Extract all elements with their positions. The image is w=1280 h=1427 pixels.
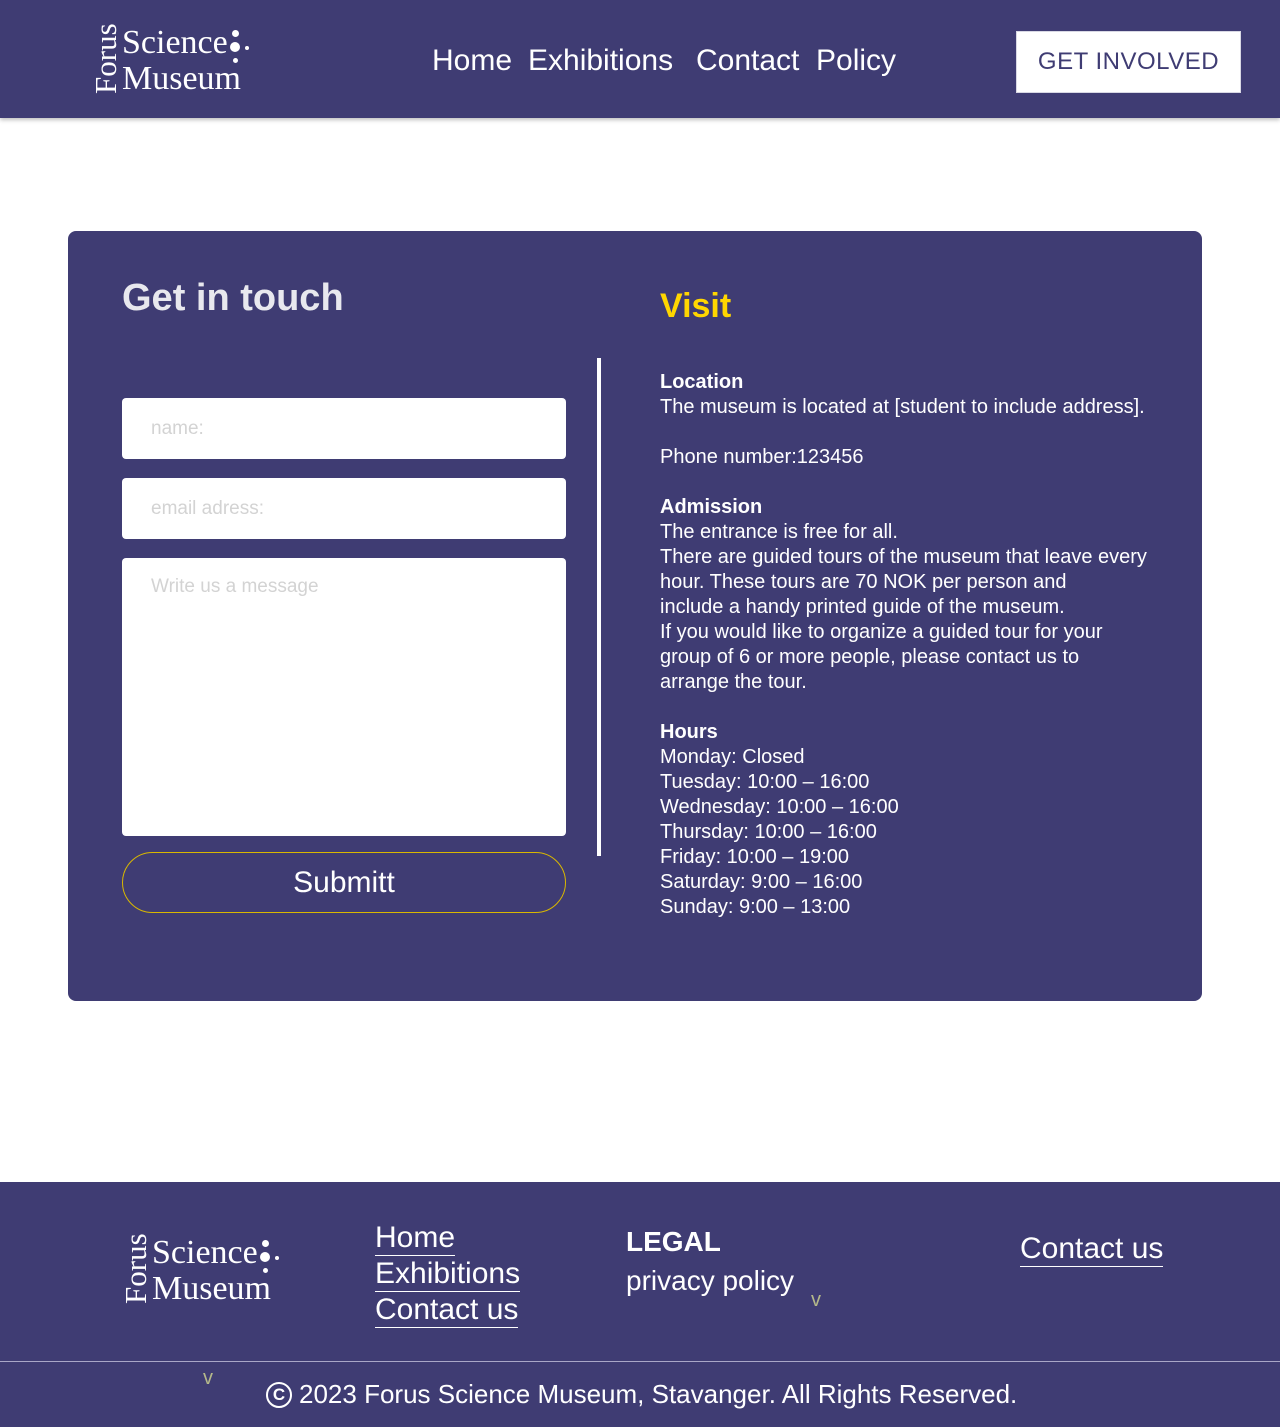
privacy-policy-link[interactable]: privacy policy: [626, 1265, 794, 1297]
location-block: Location The museum is located at [stude…: [660, 370, 1180, 420]
hours-heading: Hours: [660, 721, 718, 743]
legal-heading: LEGAL: [626, 1226, 721, 1257]
footer-link-exhibitions[interactable]: Exhibitions: [375, 1257, 521, 1292]
hours-line: Friday: 10:00 – 19:00: [660, 846, 850, 868]
hours-line: Sunday: 9:00 – 13:00: [660, 896, 851, 918]
footer-link-contact[interactable]: Contact us: [375, 1293, 519, 1328]
footer-link-home[interactable]: Home: [375, 1221, 456, 1256]
location-heading: Location: [660, 371, 744, 393]
copyright-icon: C: [266, 1381, 292, 1408]
get-in-touch-title: Get in touch: [122, 277, 344, 319]
admission-line: arrange the tour.: [660, 671, 807, 693]
chevron-down-icon[interactable]: v: [811, 1289, 821, 1312]
hours-line: Thursday: 10:00 – 16:00: [660, 821, 877, 843]
nav-policy[interactable]: Policy: [816, 44, 896, 78]
hours-line: Wednesday: 10:00 – 16:00: [660, 796, 899, 818]
footer-contact-us-link[interactable]: Contact us: [1020, 1232, 1164, 1267]
message-textarea[interactable]: [122, 558, 566, 836]
submit-button[interactable]: Submitt: [122, 852, 566, 913]
logo-science-text: Science: [122, 24, 228, 61]
location-text: The museum is located at [student to inc…: [660, 396, 1145, 418]
get-involved-button[interactable]: GET INVOLVED: [1016, 31, 1241, 93]
vertical-divider: [597, 358, 601, 856]
footer-divider: [0, 1361, 1280, 1362]
hours-line: Saturday: 9:00 – 16:00: [660, 871, 863, 893]
admission-line: include a handy printed guide of the mus…: [660, 596, 1065, 618]
admission-line: The entrance is free for all.: [660, 521, 898, 543]
admission-line: group of 6 or more people, please contac…: [660, 646, 1080, 668]
email-input[interactable]: [122, 478, 566, 539]
logo-forus-text: Forus: [118, 1233, 153, 1304]
admission-block: Admission The entrance is free for all. …: [660, 495, 1180, 695]
logo-science-text: Science: [152, 1234, 258, 1271]
nav-contact[interactable]: Contact: [696, 44, 799, 78]
copyright: C 2023 Forus Science Museum, Stavanger. …: [266, 1379, 1017, 1410]
chevron-down-icon[interactable]: v: [203, 1367, 213, 1390]
admission-line: If you would like to organize a guided t…: [660, 621, 1103, 643]
phone-text: Phone number:123456: [660, 446, 864, 468]
hours-block: Hours Monday: Closed Tuesday: 10:00 – 16…: [660, 720, 1180, 920]
contact-card: Get in touch Submitt Visit Location The …: [68, 231, 1202, 1001]
hours-line: Tuesday: 10:00 – 16:00: [660, 771, 870, 793]
logo-forus-text: Forus: [88, 23, 123, 94]
name-input[interactable]: [122, 398, 566, 459]
site-footer: Forus Science Museum Home Exhibitions Co…: [0, 1182, 1280, 1427]
visit-title: Visit: [660, 287, 732, 325]
admission-heading: Admission: [660, 496, 763, 518]
site-logo[interactable]: Forus Science Museum: [86, 20, 256, 98]
admission-line: There are guided tours of the museum tha…: [660, 546, 1147, 568]
admission-line: hour. These tours are 70 NOK per person …: [660, 571, 1067, 593]
nav-home[interactable]: Home: [432, 44, 512, 78]
logo-museum-text: Museum: [122, 60, 241, 97]
site-header: Forus Science Museum Home Exhibitions Co…: [0, 0, 1280, 118]
copyright-text: 2023 Forus Science Museum, Stavanger. Al…: [299, 1379, 1018, 1409]
footer-logo[interactable]: Forus Science Museum: [116, 1230, 286, 1308]
phone-block: Phone number:123456: [660, 445, 1180, 470]
logo-museum-text: Museum: [152, 1270, 271, 1307]
nav-exhibitions[interactable]: Exhibitions: [528, 44, 673, 78]
hours-line: Monday: Closed: [660, 746, 805, 768]
